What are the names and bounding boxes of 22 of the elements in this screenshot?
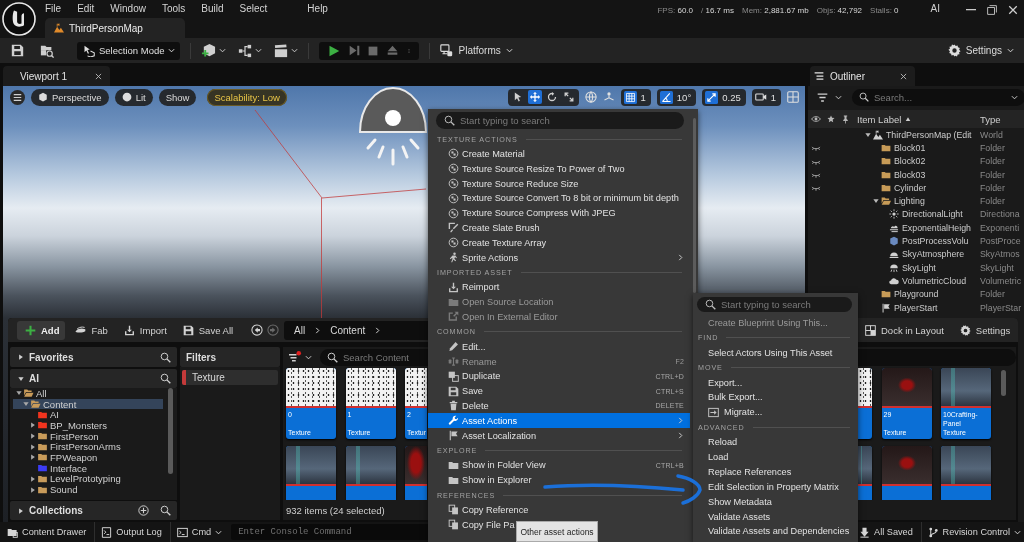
stat-readout: Stalls: 0 [870,5,899,15]
outliner-item-type: Folder [980,169,1006,180]
outliner-item-type: Folder [980,156,1006,167]
outliner-item-type: SkyLight [980,262,1015,273]
outliner-item-type: Exponenti [980,222,1021,233]
stat-readout: Mem: 2,881.67 mb [741,5,809,15]
stat-readout: Objs: 42,792 [816,5,863,15]
outliner-item-type: Volumetric [980,275,1023,286]
outliner-item-type: Folder [980,196,1006,207]
outliner-item-type: Folder [980,289,1006,300]
outliner-item-type: PostProce [980,236,1022,246]
filters-header: Filters [180,347,280,367]
tooltip: Other asset actions [516,521,598,542]
outliner-item-type: World [980,129,1004,140]
outliner-item-type: PlayerStar [980,302,1023,313]
outliner-item-type: Folder [980,142,1006,153]
stat-readout: FPS: 60.0 [657,5,694,15]
item-count-label: 932 items (24 selected) [286,504,385,516]
outliner-item-type: SkyAtmos [980,249,1021,260]
outliner-item-type: Directiona [980,209,1021,220]
outliner-item-type: Folder [980,182,1006,193]
stat-readout: / 16.7 ms [701,5,734,15]
